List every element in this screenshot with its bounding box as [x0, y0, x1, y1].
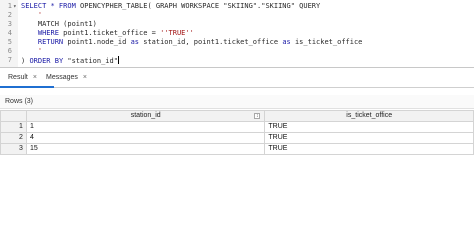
results-grid: station_id ↕ is_ticket_office 1 1 TRUE 2…: [0, 110, 474, 155]
close-icon[interactable]: ×: [33, 74, 37, 81]
line-number: 2: [7, 11, 12, 19]
result-tab-bar: Result × Messages ×: [0, 68, 474, 88]
cell-station-id[interactable]: 1: [25, 121, 266, 133]
tab-messages[interactable]: Messages ×: [38, 68, 108, 88]
sql-editor[interactable]: 1 ▾ SELECT * FROM OPENCYPHER_TABLE( GRAPH …: [0, 0, 474, 67]
code-line[interactable]: 5 RETURN point1.node_id as station_id, p…: [0, 38, 474, 47]
code-text: ': [21, 11, 43, 19]
cell-is-ticket-office[interactable]: TRUE: [264, 121, 474, 133]
sort-icon[interactable]: ↕: [254, 113, 261, 119]
column-header-label: station_id: [130, 112, 161, 119]
column-header-label: is_ticket_office: [346, 112, 393, 119]
fold-toggle-icon[interactable]: ▾: [13, 2, 17, 11]
code-line[interactable]: 6 ': [0, 47, 474, 56]
grid-header-row: station_id ↕ is_ticket_office: [0, 110, 474, 122]
cell-station-id[interactable]: 4: [25, 132, 266, 144]
line-number: 4: [7, 29, 12, 37]
code-line[interactable]: 1 ▾ SELECT * FROM OPENCYPHER_TABLE( GRAPH …: [0, 2, 474, 11]
code-line[interactable]: 2 ': [0, 11, 474, 20]
table-row[interactable]: 2 4 TRUE: [0, 132, 474, 144]
code-text: SELECT * FROM OPENCYPHER_TABLE( GRAPH WO…: [21, 2, 321, 10]
row-number: 1: [0, 121, 27, 133]
text-cursor: [117, 56, 119, 64]
cell-is-ticket-office[interactable]: TRUE: [264, 143, 474, 155]
tab-messages-label: Messages: [46, 74, 78, 81]
code-line[interactable]: 3 MATCH (point1): [0, 20, 474, 29]
code-text: ) ORDER BY "station_id": [21, 56, 119, 65]
table-row[interactable]: 3 15 TRUE: [0, 143, 474, 155]
line-number: 7: [7, 56, 12, 64]
line-number: 3: [7, 20, 12, 28]
code-line[interactable]: 4 WHERE point1.ticket_office = ''TRUE'': [0, 29, 474, 38]
code-text: RETURN point1.node_id as station_id, poi…: [21, 38, 363, 46]
cell-is-ticket-office[interactable]: TRUE: [264, 132, 474, 144]
column-header-station-id[interactable]: station_id ↕: [25, 110, 266, 122]
code-text: MATCH (point1): [21, 20, 97, 28]
code-text: WHERE point1.ticket_office = ''TRUE'': [21, 29, 194, 37]
row-count-label: Rows (3): [0, 95, 474, 109]
line-number: 5: [7, 38, 12, 46]
tab-result-label: Result: [8, 74, 28, 81]
code-text: ': [21, 47, 43, 55]
row-number-header: [0, 110, 27, 122]
table-row[interactable]: 1 1 TRUE: [0, 121, 474, 133]
line-number: 6: [7, 47, 12, 55]
line-number: 1: [7, 2, 12, 10]
row-number: 3: [0, 143, 27, 155]
column-header-is-ticket-office[interactable]: is_ticket_office: [264, 110, 474, 122]
code-line[interactable]: 7 ) ORDER BY "station_id": [0, 56, 474, 65]
row-number: 2: [0, 132, 27, 144]
close-icon[interactable]: ×: [83, 74, 87, 81]
cell-station-id[interactable]: 15: [25, 143, 266, 155]
